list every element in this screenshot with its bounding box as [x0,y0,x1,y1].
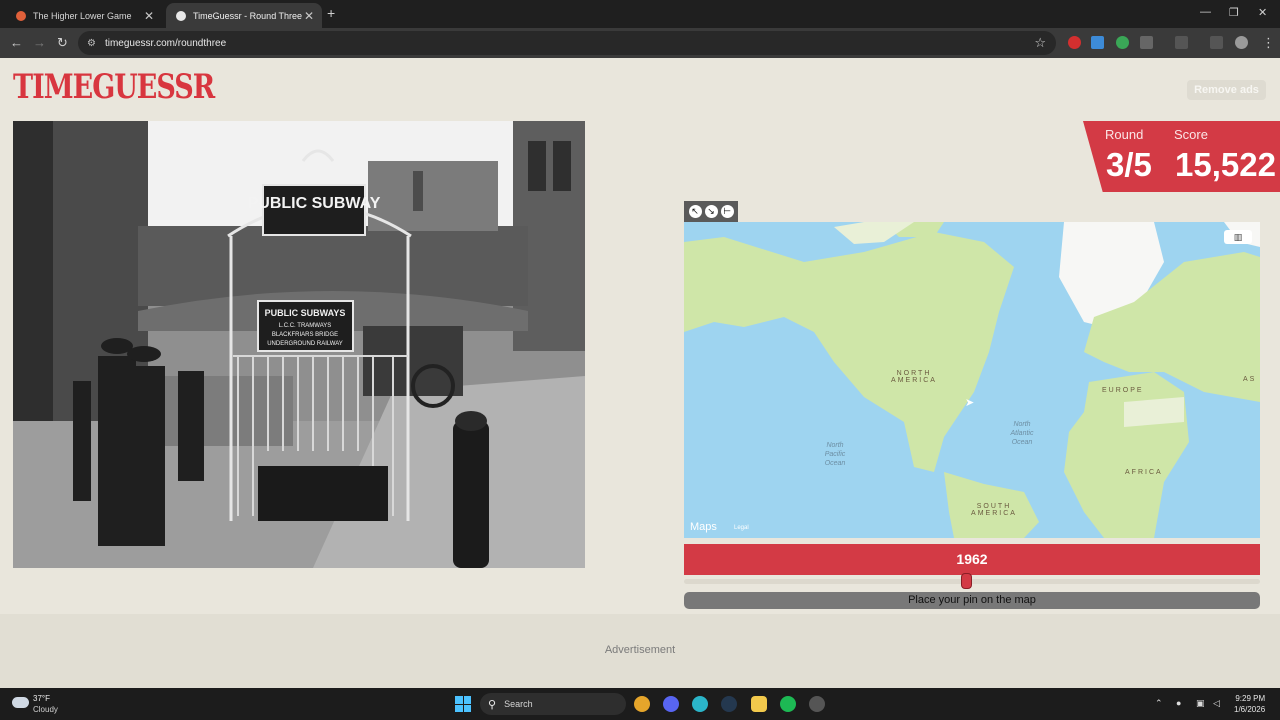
extension-green-icon[interactable] [1116,36,1129,49]
subway-sign-line-2: L.C.C. TRAMWAYS [279,323,332,329]
edge-icon[interactable] [692,696,708,712]
subway-sign-line-3: BLACKFRIARS BRIDGE [272,332,338,338]
address-bar[interactable]: ⚙ timeguessr.com/roundthree ☆ [78,31,1056,55]
label-south-america: SOUTH AMERICA [971,503,1017,517]
label-north-pacific: North Pacific Ocean [824,442,846,467]
tab-higher-lower[interactable]: The Higher Lower Game ✕ [6,3,162,28]
extensions-puzzle-icon[interactable] [1140,36,1153,49]
windows-taskbar: 37°F Cloudy ⚲ Search ⌃ ● ▣ ◁ 9:29 PM 1/6… [0,688,1280,720]
taskbar-search[interactable]: ⚲ Search [480,693,626,715]
round-value: 3/5 [1106,146,1152,183]
cloud-icon[interactable] [12,697,29,708]
tab-title: TimeGuessr - Round Three [193,10,303,21]
app-icon[interactable] [809,696,825,712]
network-icon[interactable]: ▣ [1196,698,1205,709]
public-subway-sign-text: PUBLIC SUBWAY [248,195,381,212]
map-size-controls: ↖ ↘ ⊢ [684,201,738,222]
reload-icon[interactable]: ↻ [57,35,68,51]
round-photo: PUBLIC SUBWAY PUBLIC SUBWAYS L.C.C. TRAM… [13,121,585,568]
remove-ads-button[interactable]: Remove ads [1187,80,1266,100]
browser-tab-bar: The Higher Lower Game ✕ TimeGuessr - Rou… [0,0,1280,28]
subway-sign-line-4: UNDERGROUND RAILWAY [267,341,343,347]
system-clock[interactable]: 9:29 PM 1/6/2026 [1234,693,1265,715]
url-text: timeguessr.com/roundthree [104,37,227,49]
mouse-cursor-icon: ➤ [965,397,975,409]
round-label: Round [1105,127,1144,142]
new-tab-icon[interactable]: + [327,5,335,21]
game-page: TIMEGUESSR Remove ads PUBLIC SUBWAY PUBL… [0,58,1280,614]
extension-red-icon[interactable] [1068,36,1081,49]
clock-time: 9:29 PM [1235,694,1266,703]
reading-list-icon[interactable] [1210,36,1223,49]
year-slider-thumb[interactable] [960,573,972,589]
guess-map[interactable]: NORTH AMERICA SOUTH AMERICA EUROPE AFRIC… [684,222,1260,538]
label-africa: AFRICA [1125,469,1163,476]
subway-entrance-photo: PUBLIC SUBWAY PUBLIC SUBWAYS L.C.C. TRAM… [13,121,585,568]
search-icon: ⚲ [488,698,497,711]
volume-icon[interactable]: ◁ [1213,698,1220,709]
close-tab-icon[interactable]: ✕ [304,9,314,23]
site-info-icon[interactable]: ⚙ [87,38,96,49]
score-label: Score [1174,127,1208,142]
advertisement-area: Advertisement [0,614,1280,688]
maps-legal-link[interactable]: Legal [734,525,749,531]
score-value: 15,522 [1175,146,1276,183]
tab-title: The Higher Lower Game [33,10,132,21]
restore-icon[interactable]: ❐ [1229,6,1239,19]
pin-map-icon[interactable]: ⊢ [720,205,734,218]
menu-icon[interactable]: ⋮ [1262,35,1275,51]
timeguessr-favicon-icon [176,10,186,21]
search-label: Search [504,699,533,709]
bookmark-star-icon[interactable]: ☆ [1034,35,1046,51]
year-guess-display: 1962 [684,544,1260,575]
clock-date: 1/6/2026 [1234,705,1266,714]
chrome-icon[interactable] [634,696,650,712]
tab-timeguessr[interactable]: TimeGuessr - Round Three ✕ [166,3,322,28]
close-tab-icon[interactable]: ✕ [144,9,154,23]
map-type-icon[interactable]: ▥ [1224,230,1252,244]
scoreboard: Round Score 3/5 15,522 [1083,121,1280,192]
steam-icon[interactable] [721,696,737,712]
advertisement-label: Advertisement [604,644,676,656]
apple-maps-logo: Maps [690,521,717,533]
microphone-icon[interactable]: ● [1176,698,1181,708]
label-north-atlantic: North Atlantic Ocean [1010,421,1034,446]
expand-map-icon[interactable]: ↖ [688,205,702,218]
profile-avatar-icon[interactable] [1235,36,1248,49]
label-north-america: NORTH AMERICA [891,370,937,384]
windows-start-icon[interactable] [455,696,471,712]
cast-icon[interactable] [1175,36,1188,49]
subway-sign-line-1: PUBLIC SUBWAYS [265,308,346,318]
weather-condition[interactable]: Cloudy [33,705,58,714]
weather-temperature[interactable]: 37°F [33,694,50,703]
shrink-map-icon[interactable]: ↘ [704,205,718,218]
minimize-icon[interactable]: — [1200,6,1211,18]
label-asia-partial: AS [1243,376,1257,383]
extension-translate-icon[interactable] [1091,36,1104,49]
higher-lower-favicon-icon [16,10,26,21]
back-icon[interactable]: ← [10,35,23,50]
world-map [684,222,1260,538]
year-slider-track[interactable] [684,579,1260,584]
tray-chevron-icon[interactable]: ⌃ [1155,698,1163,709]
forward-icon[interactable]: → [33,35,46,50]
label-europe: EUROPE [1102,387,1144,394]
timeguessr-logo[interactable]: TIMEGUESSR [13,62,215,115]
spotify-icon[interactable] [780,696,796,712]
close-window-icon[interactable]: ✕ [1258,6,1267,19]
browser-toolbar: ← → ↻ ⚙ timeguessr.com/roundthree ☆ ⋮ [0,28,1280,58]
discord-icon[interactable] [663,696,679,712]
file-explorer-icon[interactable] [751,696,767,712]
place-pin-button[interactable]: Place your pin on the map [684,592,1260,609]
